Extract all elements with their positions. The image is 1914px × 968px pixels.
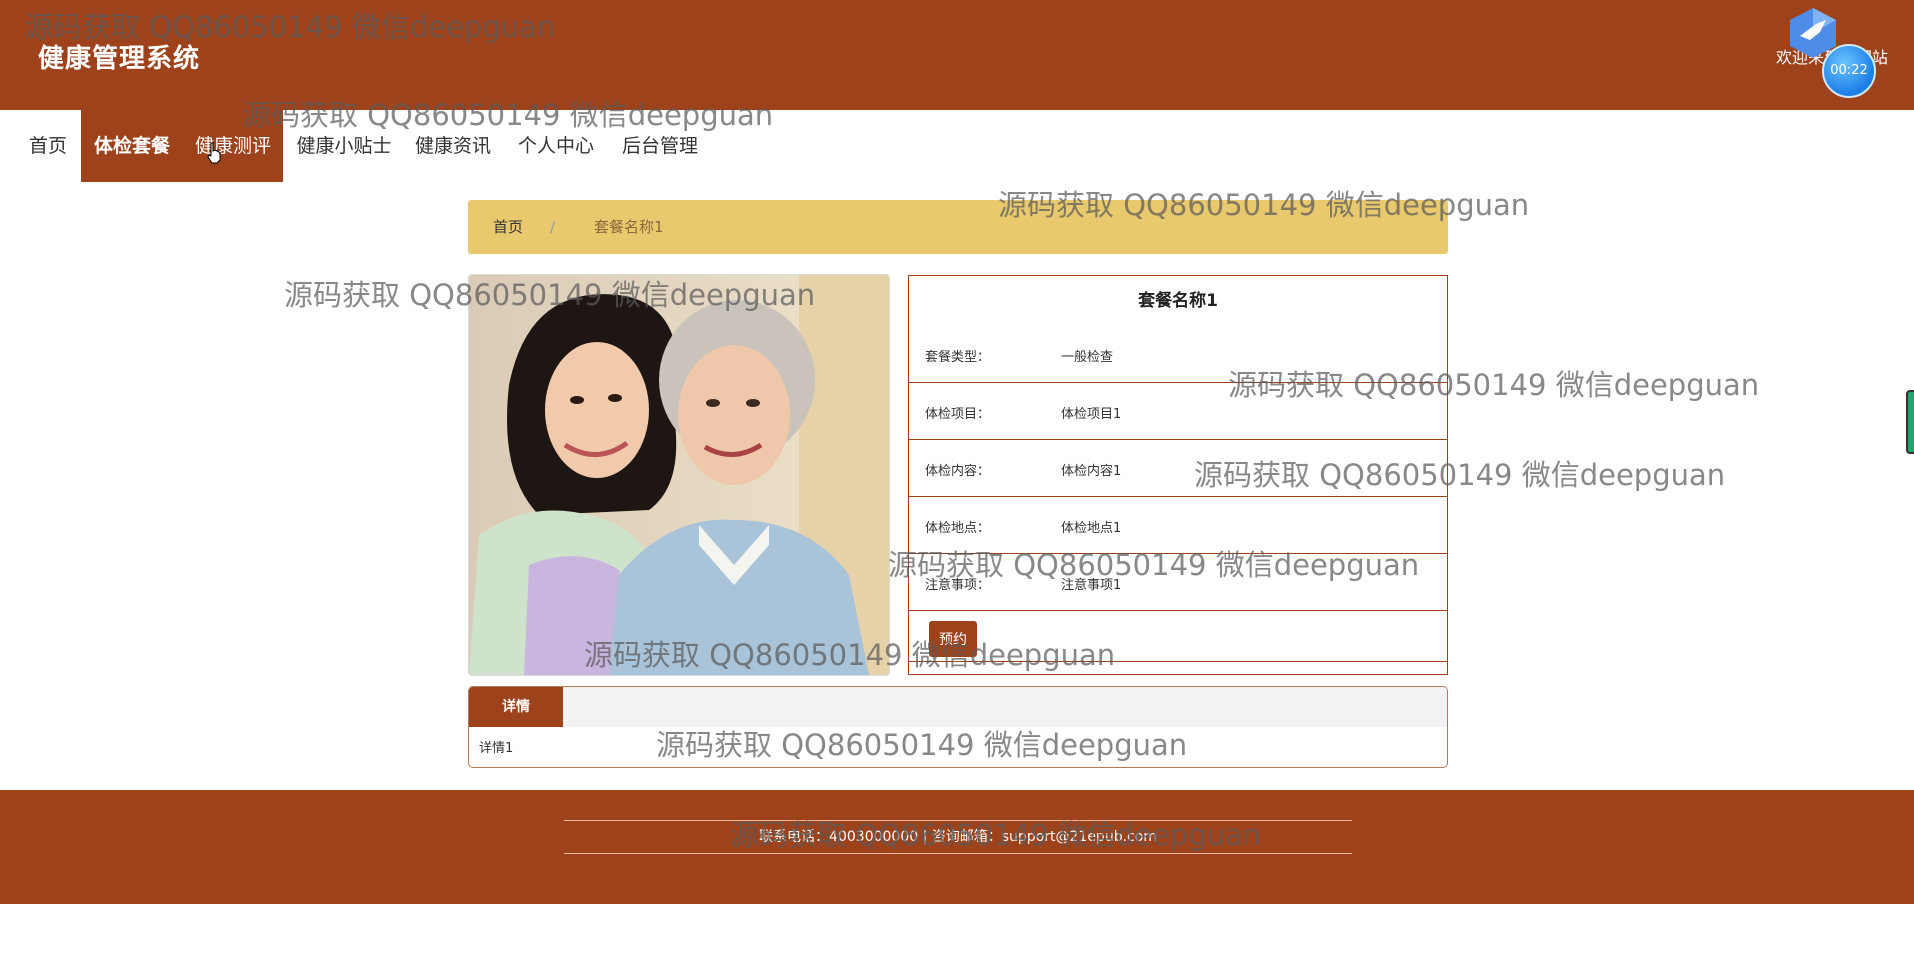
footer: 联系电话：4003000000 | 咨询邮箱：support@21epub.co… xyxy=(0,790,1914,904)
nav-home[interactable]: 首页 xyxy=(18,110,78,182)
tab-details[interactable]: 详情 xyxy=(469,687,563,727)
detail-row-content: 体检内容： 体检内容1 xyxy=(909,440,1447,497)
breadcrumb-home[interactable]: 首页 xyxy=(493,200,523,254)
site-title: 健康管理系统 xyxy=(38,44,201,74)
detail-row-type: 套餐类型： 一般检查 xyxy=(909,326,1447,383)
detail-label: 体检项目： xyxy=(925,407,991,422)
timer-badge[interactable]: 00:22 xyxy=(1822,44,1876,98)
nav-assessment[interactable]: 健康测评 xyxy=(183,110,283,182)
detail-value: 体检地点1 xyxy=(1061,521,1122,536)
detail-label: 体检地点： xyxy=(925,521,991,536)
nav-packages[interactable]: 体检套餐 xyxy=(81,110,183,182)
side-float-tab[interactable] xyxy=(1906,390,1914,454)
detail-row-items: 体检项目： 体检项目1 xyxy=(909,383,1447,440)
tab-content: 详情1 xyxy=(479,741,514,756)
package-detail-table: 套餐名称1 套餐类型： 一般检查 体检项目： 体检项目1 体检内容： 体检内容1… xyxy=(908,275,1448,675)
detail-value: 体检项目1 xyxy=(1061,407,1122,422)
detail-value: 注意事项1 xyxy=(1061,578,1122,593)
detail-row-actions: 预约 xyxy=(909,611,1447,662)
package-photo-image xyxy=(469,275,889,675)
nav-profile[interactable]: 个人中心 xyxy=(507,110,605,182)
package-photo xyxy=(468,274,890,676)
main-nav: 首页 体检套餐 健康测评 健康小贴士 健康资讯 个人中心 后台管理 xyxy=(0,110,1914,182)
breadcrumb-current: 套餐名称1 xyxy=(594,218,664,236)
detail-tabs: 详情 详情1 xyxy=(468,686,1448,768)
nav-news[interactable]: 健康资讯 xyxy=(406,110,500,182)
tab-header: 详情 xyxy=(469,687,1447,727)
detail-label: 体检内容： xyxy=(925,464,991,479)
detail-value: 一般检查 xyxy=(1061,350,1114,365)
hand-cursor-icon xyxy=(207,142,221,164)
detail-value: 体检内容1 xyxy=(1061,464,1122,479)
footer-contact: 联系电话：4003000000 | 咨询邮箱：support@21epub.co… xyxy=(564,820,1352,854)
nav-tips[interactable]: 健康小贴士 xyxy=(288,110,400,182)
header: 健康管理系统 欢迎来到本网站 xyxy=(0,0,1914,110)
detail-row-notes: 注意事项： 注意事项1 xyxy=(909,554,1447,611)
nav-admin[interactable]: 后台管理 xyxy=(612,110,708,182)
package-title: 套餐名称1 xyxy=(1138,291,1218,311)
breadcrumb-separator: / xyxy=(550,218,556,236)
detail-label: 注意事项： xyxy=(925,578,991,593)
detail-row-location: 体检地点： 体检地点1 xyxy=(909,497,1447,554)
book-button[interactable]: 预约 xyxy=(929,621,977,657)
breadcrumb: 首页 / 套餐名称1 xyxy=(468,200,1448,254)
detail-label: 套餐类型： xyxy=(925,350,991,365)
